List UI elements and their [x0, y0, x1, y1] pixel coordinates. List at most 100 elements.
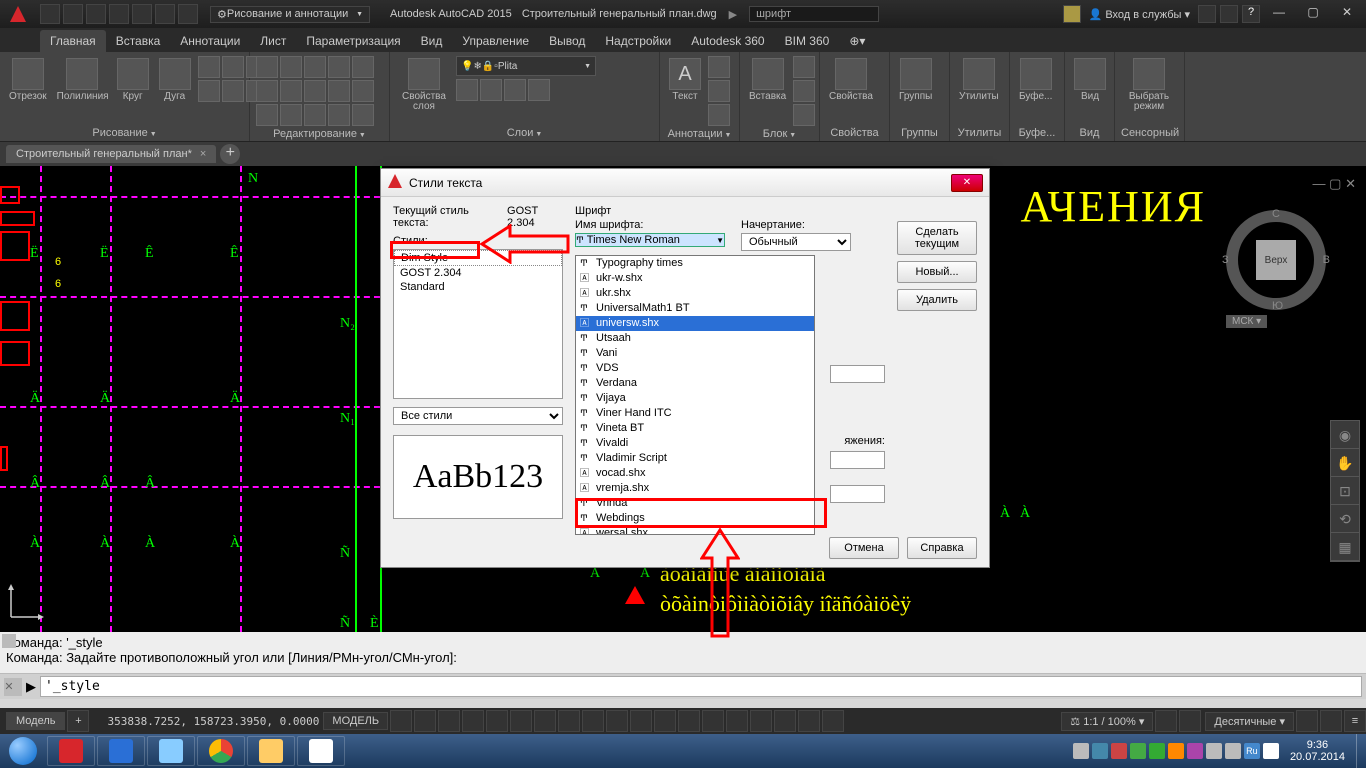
ducs-icon[interactable] — [630, 710, 652, 732]
otrack-icon[interactable] — [606, 710, 628, 732]
polyline-button[interactable]: Полилиния — [54, 56, 110, 104]
tray-app5-icon[interactable] — [1187, 743, 1203, 759]
full-nav-wheel-icon[interactable]: ◉ — [1331, 421, 1359, 449]
delete-style-button[interactable]: Удалить — [897, 289, 977, 311]
circle-button[interactable]: Круг — [114, 56, 152, 104]
layer-state-icon[interactable] — [456, 79, 478, 101]
view-cube[interactable]: Верх С Ю В З МСК ▾ — [1226, 210, 1326, 310]
mirror-icon[interactable] — [280, 80, 302, 102]
showmotion-icon[interactable]: ▦ — [1331, 533, 1359, 561]
vp-minimize-icon[interactable]: — — [1313, 176, 1326, 191]
help-icon[interactable]: ? — [1242, 5, 1260, 23]
new-style-button[interactable]: Новый... — [897, 261, 977, 283]
a360-icon[interactable] — [1220, 5, 1238, 23]
snap-icon[interactable] — [414, 710, 436, 732]
font-option[interactable]: ͲVani — [576, 346, 814, 361]
tab-manage[interactable]: Управление — [452, 30, 539, 52]
explode-icon[interactable] — [352, 80, 374, 102]
insert-block-button[interactable]: Вставка — [746, 56, 789, 104]
touch-mode-button[interactable]: Выбрать режим — [1121, 56, 1177, 114]
tab-bim360[interactable]: BIM 360 — [775, 30, 840, 52]
vp-maximize-icon[interactable]: ▢ — [1329, 176, 1341, 191]
tab-output[interactable]: Вывод — [539, 30, 595, 52]
tray-action-icon[interactable] — [1263, 743, 1279, 759]
workspace-switch-icon[interactable] — [1155, 710, 1177, 732]
arc-button[interactable]: Дуга — [156, 56, 194, 104]
font-name-combobox[interactable]: ͲTimes New Roman▼ — [575, 233, 725, 247]
height-input[interactable] — [830, 365, 885, 383]
tray-volume-icon[interactable] — [1225, 743, 1241, 759]
tab-parametric[interactable]: Параметризация — [296, 30, 410, 52]
tab-annotate[interactable]: Аннотации — [170, 30, 250, 52]
properties-button[interactable]: Свойства — [826, 56, 876, 104]
polar-icon[interactable] — [510, 710, 532, 732]
tab-a360[interactable]: Autodesk 360 — [681, 30, 774, 52]
font-option[interactable]: ͲTypography times — [576, 256, 814, 271]
infocenter-icon[interactable] — [1063, 5, 1081, 23]
font-option[interactable]: ͲUniversalMath1 BT — [576, 301, 814, 316]
style-item-standard[interactable]: Standard — [394, 280, 562, 294]
font-option[interactable]: ͲVDS — [576, 361, 814, 376]
infer-icon[interactable] — [438, 710, 460, 732]
layer-dropdown[interactable]: 💡❄🔒▫ Plita — [456, 56, 596, 76]
tray-app1-icon[interactable] — [1092, 743, 1108, 759]
annotation-scale-icon[interactable] — [822, 710, 844, 732]
command-grip-icon[interactable] — [2, 634, 16, 648]
tab-sheet[interactable]: Лист — [250, 30, 296, 52]
annotation-visibility-icon[interactable] — [798, 710, 820, 732]
width-factor-input[interactable] — [830, 451, 885, 469]
line-button[interactable]: Отрезок — [6, 56, 50, 104]
clean-screen-icon[interactable] — [1320, 710, 1342, 732]
font-option[interactable]: ͲVladimir Script — [576, 451, 814, 466]
font-option[interactable]: 🄰vremja.shx — [576, 481, 814, 496]
annotation-autoscale-icon[interactable] — [774, 710, 796, 732]
view-cube-top[interactable]: Верх — [1256, 240, 1296, 280]
font-dropdown-list[interactable]: ͲTypography times🄰ukr-w.shx🄰ukr.shxͲUniv… — [575, 255, 815, 535]
task-chrome[interactable] — [197, 736, 245, 766]
style-filter-dropdown[interactable]: Все стили — [393, 407, 563, 425]
close-button[interactable]: ✕ — [1332, 5, 1362, 23]
attr-block-icon[interactable] — [793, 104, 815, 126]
help-button[interactable]: Справка — [907, 537, 977, 559]
task-save[interactable] — [97, 736, 145, 766]
task-notepad[interactable] — [147, 736, 195, 766]
tab-extra[interactable]: ⊕▾ — [839, 30, 875, 52]
command-history[interactable]: Команда: '_style Команда: Задайте против… — [0, 632, 1366, 674]
ellipse-icon[interactable] — [222, 56, 244, 78]
rect-icon[interactable] — [198, 56, 220, 78]
font-style-dropdown[interactable]: Обычный — [741, 233, 851, 251]
hardware-accel-icon[interactable] — [1179, 710, 1201, 732]
space-toggle[interactable]: МОДЕЛЬ — [323, 712, 388, 730]
font-option[interactable]: 🄰ukr.shx — [576, 286, 814, 301]
grid-icon[interactable] — [390, 710, 412, 732]
annotation-monitor-icon[interactable] — [750, 710, 772, 732]
saveas-icon[interactable] — [109, 4, 129, 24]
isolate-icon[interactable] — [1296, 710, 1318, 732]
utilities-button[interactable]: Утилиты — [956, 56, 1002, 104]
anno-scale-dropdown[interactable]: ⚖ 1:1 / 100% ▾ — [1061, 712, 1153, 731]
text-button[interactable]: AТекст — [666, 56, 704, 104]
start-button[interactable] — [0, 734, 46, 768]
tray-app4-icon[interactable] — [1168, 743, 1184, 759]
offset-icon[interactable] — [328, 104, 350, 126]
font-option[interactable]: ͲVineta BT — [576, 421, 814, 436]
undo-icon[interactable] — [155, 4, 175, 24]
document-tab[interactable]: Строительный генеральный план*× — [6, 145, 216, 163]
lineweight-icon[interactable] — [678, 710, 700, 732]
orbit-icon[interactable]: ⟲ — [1331, 505, 1359, 533]
style-item-gost[interactable]: GOST 2.304 — [394, 266, 562, 280]
copy-icon[interactable] — [256, 80, 278, 102]
maximize-button[interactable]: ▢ — [1298, 5, 1328, 23]
tray-app3-icon[interactable] — [1130, 743, 1146, 759]
3dosnap-icon[interactable] — [582, 710, 604, 732]
font-option[interactable]: ͲVijaya — [576, 391, 814, 406]
exchange-icon[interactable] — [1198, 5, 1216, 23]
set-current-button[interactable]: Сделать текущим — [897, 221, 977, 255]
spline-icon[interactable] — [198, 80, 220, 102]
workspace-dropdown[interactable]: ⚙ Рисование и аннотации — [210, 6, 370, 23]
tab-insert[interactable]: Вставка — [106, 30, 171, 52]
tray-app2-icon[interactable] — [1111, 743, 1127, 759]
edit-block-icon[interactable] — [793, 80, 815, 102]
tray-lang-icon[interactable]: Ru — [1244, 743, 1260, 759]
task-paint[interactable] — [297, 736, 345, 766]
